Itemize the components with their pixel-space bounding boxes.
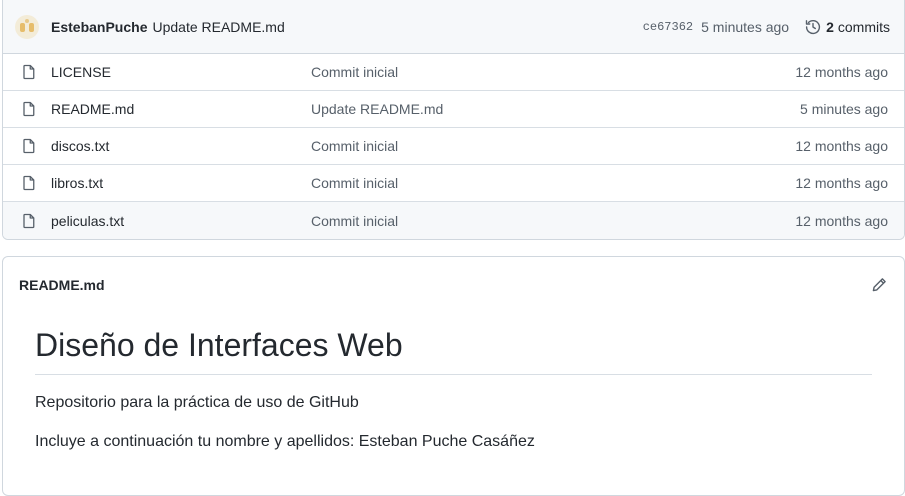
file-icon <box>23 101 35 117</box>
pencil-icon <box>872 278 886 292</box>
file-commit-link[interactable]: Update README.md <box>311 101 800 117</box>
commit-history-link[interactable]: 2 commits <box>805 19 890 35</box>
readme-header: README.md <box>3 257 904 313</box>
readme-content: Diseño de Interfaces Web Repositorio par… <box>3 313 904 452</box>
file-row[interactable]: peliculas.txt Commit inicial 12 months a… <box>3 202 904 239</box>
commit-count-label: commits <box>837 18 890 35</box>
commit-message-link[interactable]: Update README.md <box>152 19 284 35</box>
file-browser: EstebanPuche Update README.md ce67362 5 … <box>2 0 905 240</box>
file-row[interactable]: README.md Update README.md 5 minutes ago <box>3 91 904 128</box>
file-time: 12 months ago <box>795 212 888 229</box>
latest-commit-bar: EstebanPuche Update README.md ce67362 5 … <box>3 0 904 54</box>
file-icon <box>23 213 35 228</box>
history-icon <box>805 19 821 34</box>
file-name-link[interactable]: discos.txt <box>51 138 311 154</box>
avatar[interactable] <box>15 14 39 39</box>
commit-author-link[interactable]: EstebanPuche <box>51 19 147 35</box>
readme-paragraph: Repositorio para la práctica de uso de G… <box>35 393 359 411</box>
file-name-link[interactable]: libros.txt <box>51 175 311 191</box>
file-commit-link[interactable]: Commit inicial <box>311 213 795 229</box>
file-commit-link[interactable]: Commit inicial <box>311 138 795 154</box>
edit-readme-button[interactable] <box>870 276 888 294</box>
file-name-link[interactable]: README.md <box>51 101 311 117</box>
file-icon <box>23 175 35 191</box>
file-icon <box>23 64 35 80</box>
file-row[interactable]: discos.txt Commit inicial 12 months ago <box>3 128 904 165</box>
commit-time: 5 minutes ago <box>701 18 790 35</box>
readme-paragraph: Incluye a continuación tu nombre y apell… <box>35 432 535 450</box>
file-name-link[interactable]: peliculas.txt <box>51 213 311 229</box>
file-commit-link[interactable]: Commit inicial <box>311 175 795 191</box>
file-time: 12 months ago <box>795 64 888 80</box>
file-time: 12 months ago <box>795 138 888 154</box>
readme-heading: Diseño de Interfaces Web <box>35 327 872 375</box>
file-time: 5 minutes ago <box>800 101 888 117</box>
readme-panel: README.md Diseño de Interfaces Web Repos… <box>2 256 905 496</box>
file-name-link[interactable]: LICENSE <box>51 64 311 80</box>
file-icon <box>23 138 35 154</box>
file-row[interactable]: libros.txt Commit inicial 12 months ago <box>3 165 904 202</box>
file-commit-link[interactable]: Commit inicial <box>311 64 795 80</box>
file-row[interactable]: LICENSE Commit inicial 12 months ago <box>3 54 904 91</box>
commit-sha-link[interactable]: ce67362 <box>643 20 693 34</box>
readme-filename-link[interactable]: README.md <box>19 277 105 293</box>
file-time: 12 months ago <box>795 175 888 191</box>
commit-count: 2 <box>826 18 834 35</box>
